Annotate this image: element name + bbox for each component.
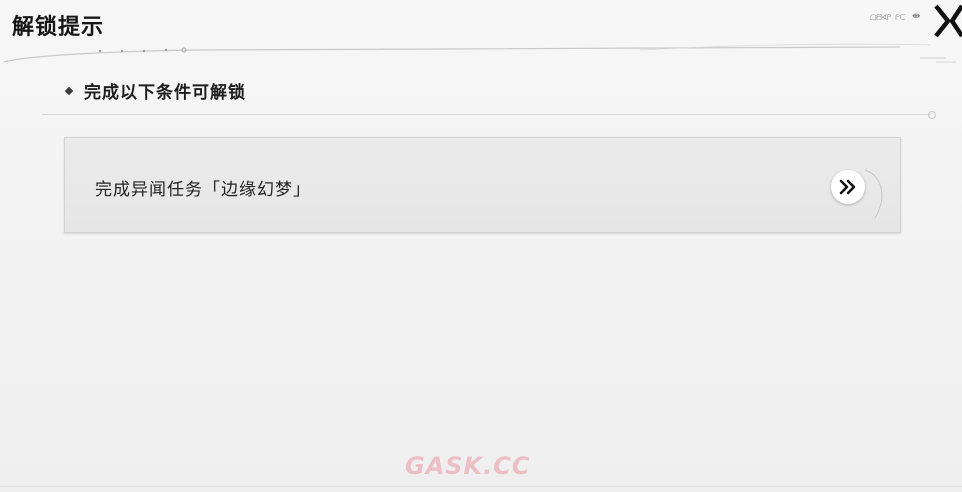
card-decorative-arc xyxy=(865,169,883,219)
close-x-icon xyxy=(934,4,962,38)
header-bar: 解锁提示 ᗝᗺᗏᑭ ᑭᑕ ⇼ xyxy=(0,0,962,63)
close-button[interactable] xyxy=(933,2,962,40)
section-divider xyxy=(42,114,930,115)
header-arrow-icon: ⇼ xyxy=(912,11,921,22)
double-chevron-right-icon xyxy=(839,179,856,195)
bottom-divider xyxy=(0,486,962,487)
section-title: 完成以下条件可解锁 xyxy=(84,83,246,103)
divider-end-dot xyxy=(928,111,936,119)
condition-text: 完成异闻任务「边缘幻梦」 xyxy=(95,180,311,200)
header-decorative-line xyxy=(3,43,956,63)
diamond-bullet-icon xyxy=(64,86,74,95)
watermark-text: GASK.CC xyxy=(405,452,531,480)
unlock-conditions-heading: 完成以下条件可解锁 xyxy=(64,78,246,103)
go-to-quest-button[interactable] xyxy=(831,170,865,204)
header-code-text: ᗝᗺᗏᑭ ᑭᑕ xyxy=(870,13,905,22)
unlock-condition-card[interactable]: 完成异闻任务「边缘幻梦」 xyxy=(64,137,901,233)
